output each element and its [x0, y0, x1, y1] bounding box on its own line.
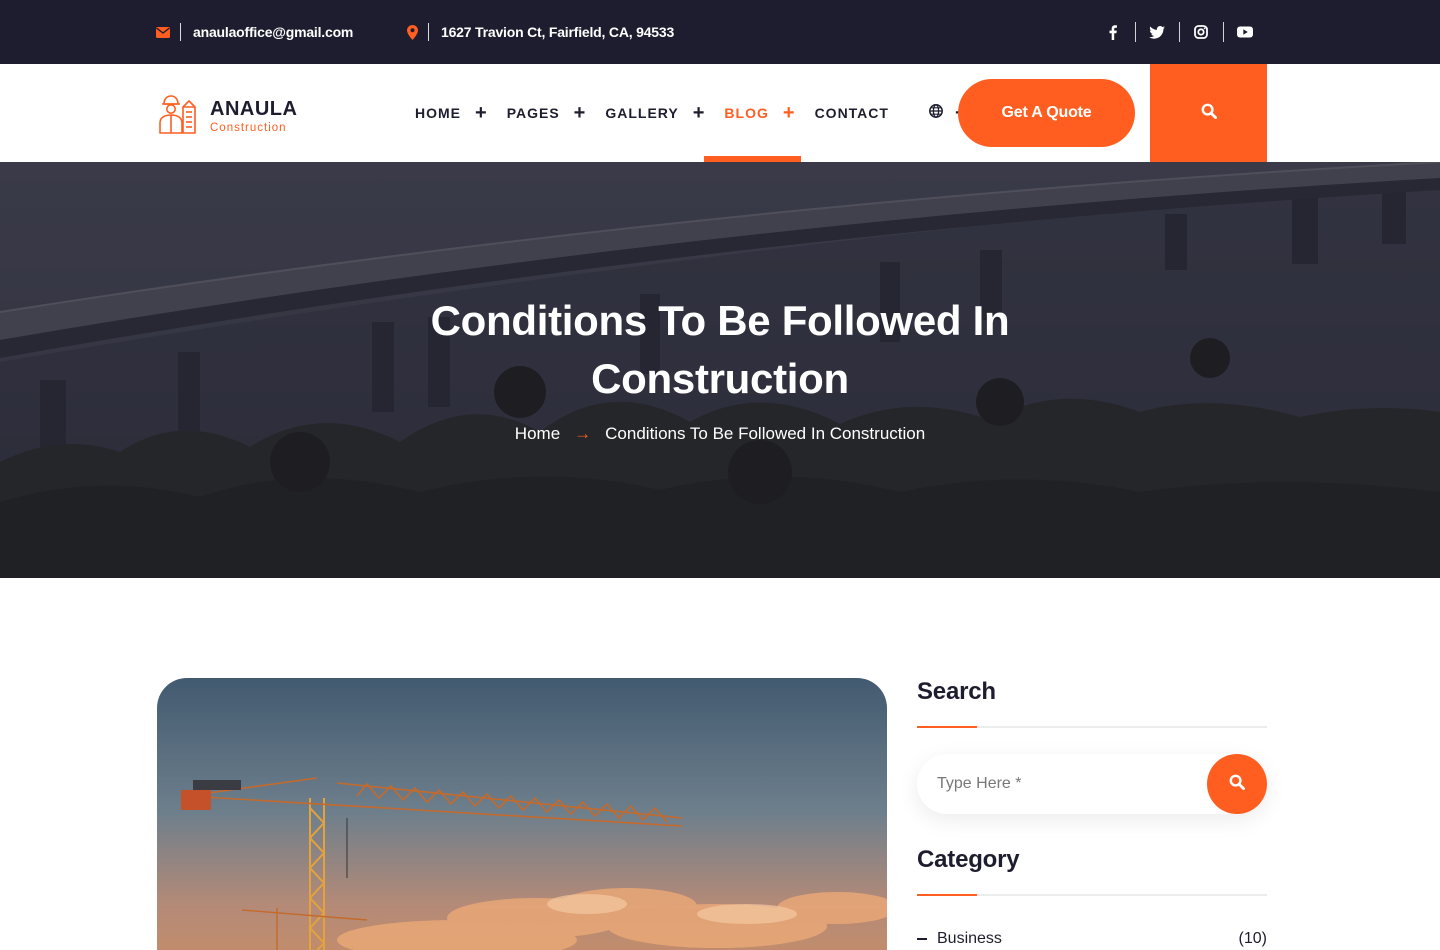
breadcrumb: Home → Conditions To Be Followed In Cons… [0, 424, 1440, 444]
contact-email[interactable]: anaulaoffice@gmail.com [156, 0, 353, 64]
nav-home[interactable]: HOME + [415, 64, 487, 162]
plus-icon: + [475, 102, 487, 124]
separator [180, 23, 181, 41]
search-icon [1229, 774, 1246, 795]
worker-logo-icon [156, 93, 198, 140]
address-text: 1627 Travion Ct, Fairfield, CA, 94533 [441, 24, 675, 40]
page-title-line2: Construction [591, 355, 849, 402]
breadcrumb-home-link[interactable]: Home [515, 424, 560, 444]
brand-tagline: Construction [210, 121, 287, 134]
search-widget-title: Search [917, 678, 996, 705]
social-links [1091, 0, 1267, 64]
twitter-icon[interactable] [1135, 0, 1179, 64]
page-title-line1: Conditions To Be Followed In [430, 297, 1010, 344]
sidebar: Search Category Business (10) [917, 678, 1267, 948]
separator [428, 23, 429, 41]
nav-pages[interactable]: PAGES + [507, 64, 586, 162]
nav-contact[interactable]: CONTACT [815, 64, 889, 162]
nav-blog[interactable]: BLOG + [704, 64, 801, 162]
title-underline [917, 726, 1267, 728]
nav-gallery[interactable]: GALLERY + [605, 64, 704, 162]
envelope-icon [156, 26, 170, 38]
nav-label: PAGES [506, 105, 560, 121]
breadcrumb-current: Conditions To Be Followed In Constructio… [605, 424, 926, 443]
header-search-button[interactable] [1150, 64, 1267, 162]
category-count: (10) [1238, 930, 1267, 947]
site-logo[interactable]: ANAULA Construction [156, 93, 297, 140]
category-name: Business [937, 930, 1002, 947]
top-bar: anaulaoffice@gmail.com 1627 Travion Ct, … [0, 0, 1440, 64]
contact-address: 1627 Travion Ct, Fairfield, CA, 94533 [407, 0, 674, 64]
brand-name: ANAULA [210, 97, 298, 120]
category-widget-title: Category [917, 846, 1020, 873]
arrow-right-icon: → [574, 424, 592, 443]
nav-label: BLOG [724, 105, 769, 121]
nav-label: GALLERY [605, 105, 679, 121]
crane-image [157, 678, 887, 950]
sidebar-search-button[interactable] [1207, 754, 1267, 814]
nav-label: HOME [415, 105, 461, 121]
get-a-quote-button[interactable]: Get A Quote [958, 79, 1135, 147]
page-title: Conditions To Be Followed In Constructio… [0, 292, 1440, 408]
map-pin-icon [407, 24, 418, 40]
category-item-business[interactable]: Business (10) [917, 930, 1267, 948]
youtube-icon[interactable] [1223, 0, 1267, 64]
nav-label: CONTACT [814, 105, 889, 121]
title-underline [917, 894, 1267, 896]
post-featured-image [157, 678, 887, 950]
plus-icon: + [573, 102, 586, 124]
sidebar-search-form [917, 754, 1267, 814]
plus-icon: + [782, 102, 795, 124]
instagram-icon[interactable] [1179, 0, 1223, 64]
sidebar-search-input[interactable] [917, 754, 1207, 814]
main-nav: HOME + PAGES + GALLERY + BLOG + CONTACT … [415, 64, 967, 162]
facebook-icon[interactable] [1091, 0, 1135, 64]
main-header: ANAULA Construction HOME + PAGES + GALLE… [0, 64, 1440, 162]
page-banner: Conditions To Be Followed In Constructio… [0, 162, 1440, 578]
globe-icon [929, 103, 943, 123]
email-text: anaulaoffice@gmail.com [193, 24, 354, 40]
dash-icon [917, 937, 927, 940]
plus-icon: + [692, 102, 705, 124]
search-icon [1201, 103, 1217, 124]
